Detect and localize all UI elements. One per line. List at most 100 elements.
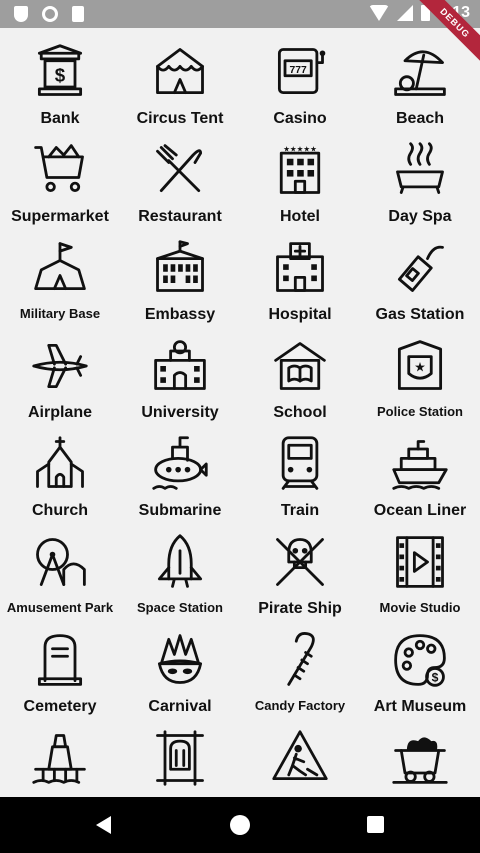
movie-studio-icon xyxy=(388,530,452,594)
place-tile-beach[interactable]: Beach xyxy=(360,30,480,128)
circus-tent-icon xyxy=(148,40,212,104)
place-label: Beach xyxy=(395,110,445,127)
harbor-docks-icon xyxy=(28,726,92,790)
place-label: University xyxy=(141,404,219,421)
art-museum-icon: $ xyxy=(388,628,452,692)
place-label: Gas Station xyxy=(375,306,465,323)
place-label: Church xyxy=(32,502,88,519)
navigation-bar xyxy=(0,797,480,853)
place-label: Bank xyxy=(40,110,80,127)
jail-icon xyxy=(148,726,212,790)
place-label: Candy Factory xyxy=(254,698,346,713)
place-tile-candy-factory[interactable]: Candy Factory xyxy=(240,618,360,716)
place-tile-submarine[interactable]: Submarine xyxy=(120,422,240,520)
place-tile-university[interactable]: University xyxy=(120,324,240,422)
place-label: School xyxy=(273,404,327,421)
place-tile-school[interactable]: School xyxy=(240,324,360,422)
place-label: Space Station xyxy=(137,600,223,615)
place-tile-supermarket[interactable]: Supermarket xyxy=(0,128,120,226)
place-label: Amusement Park xyxy=(6,600,114,615)
hospital-icon xyxy=(268,236,332,300)
svg-text:★★★★★: ★★★★★ xyxy=(283,144,317,153)
place-label: Hospital xyxy=(268,306,332,323)
amusement-park-icon xyxy=(28,530,92,594)
status-bar: 5:13 xyxy=(0,0,480,28)
place-tile-police-station[interactable]: ★ Police Station xyxy=(360,324,480,422)
svg-text:777: 777 xyxy=(290,65,307,76)
place-tile-day-spa[interactable]: Day Spa xyxy=(360,128,480,226)
sync-icon xyxy=(42,6,58,22)
place-tile-cemetery[interactable]: Cemetery xyxy=(0,618,120,716)
day-spa-icon xyxy=(388,138,452,202)
candy-factory-icon xyxy=(268,628,332,692)
place-label: Circus Tent xyxy=(136,110,224,127)
gas-station-icon xyxy=(388,236,452,300)
signal-icon xyxy=(396,5,413,21)
place-label: Carnival xyxy=(148,698,212,715)
home-button[interactable] xyxy=(230,815,250,835)
place-label: Cemetery xyxy=(23,698,97,715)
school-icon xyxy=(268,334,332,398)
back-button[interactable] xyxy=(96,816,111,834)
place-label: Submarine xyxy=(138,502,222,519)
construction-site-icon xyxy=(268,726,332,790)
place-tile-hotel[interactable]: ★★★★★ Hotel xyxy=(240,128,360,226)
place-label: Embassy xyxy=(144,306,216,323)
place-tile-gas-station[interactable]: Gas Station xyxy=(360,226,480,324)
place-tile-embassy[interactable]: Embassy xyxy=(120,226,240,324)
svg-text:$: $ xyxy=(55,64,66,85)
place-tile-circus-tent[interactable]: Circus Tent xyxy=(120,30,240,128)
place-tile-restaurant[interactable]: Restaurant xyxy=(120,128,240,226)
svg-text:$: $ xyxy=(432,671,439,685)
place-label: Day Spa xyxy=(388,208,452,225)
supermarket-icon xyxy=(28,138,92,202)
place-label: Train xyxy=(280,502,320,519)
place-tile-pirate-ship[interactable]: Pirate Ship xyxy=(240,520,360,618)
ocean-liner-icon xyxy=(388,432,452,496)
place-tile-art-museum[interactable]: $ Art Museum xyxy=(360,618,480,716)
place-tile-amusement-park[interactable]: Amusement Park xyxy=(0,520,120,618)
place-tile-hospital[interactable]: Hospital xyxy=(240,226,360,324)
pirate-ship-icon xyxy=(268,530,332,594)
place-label: Airplane xyxy=(27,404,92,421)
place-tile-casino[interactable]: 777 Casino xyxy=(240,30,360,128)
wifi-icon xyxy=(368,5,389,21)
space-station-icon xyxy=(148,530,212,594)
places-grid: $ Bank Circus Tent 777 Casino Beach Supermarke… xyxy=(0,30,480,813)
shield-icon xyxy=(14,6,28,22)
place-tile-space-station[interactable]: Space Station xyxy=(120,520,240,618)
place-label: Casino xyxy=(273,110,327,127)
place-label: Hotel xyxy=(280,208,320,225)
recent-apps-button[interactable] xyxy=(367,816,384,833)
place-label: Pirate Ship xyxy=(258,600,342,617)
bank-icon: $ xyxy=(28,40,92,104)
sd-card-icon xyxy=(72,6,84,22)
place-tile-carnival[interactable]: Carnival xyxy=(120,618,240,716)
university-icon xyxy=(148,334,212,398)
place-tile-bank[interactable]: $ Bank xyxy=(0,30,120,128)
police-station-icon: ★ xyxy=(388,334,452,398)
casino-icon: 777 xyxy=(268,40,332,104)
place-tile-ocean-liner[interactable]: Ocean Liner xyxy=(360,422,480,520)
place-tile-airplane[interactable]: Airplane xyxy=(0,324,120,422)
train-icon xyxy=(268,432,332,496)
place-label: Restaurant xyxy=(138,208,222,225)
place-tile-movie-studio[interactable]: Movie Studio xyxy=(360,520,480,618)
place-label: Police Station xyxy=(377,404,463,419)
place-label: Movie Studio xyxy=(379,600,461,615)
coal-mine-icon xyxy=(388,726,452,790)
place-label: Military Base xyxy=(19,306,101,321)
place-label: Supermarket xyxy=(11,208,109,225)
carnival-icon xyxy=(148,628,212,692)
place-label: Ocean Liner xyxy=(373,502,467,519)
place-label: Art Museum xyxy=(373,698,467,715)
place-tile-train[interactable]: Train xyxy=(240,422,360,520)
beach-icon xyxy=(388,40,452,104)
restaurant-icon xyxy=(148,138,212,202)
place-tile-church[interactable]: Church xyxy=(0,422,120,520)
airplane-icon xyxy=(28,334,92,398)
military-base-icon xyxy=(28,236,92,300)
place-tile-military-base[interactable]: Military Base xyxy=(0,226,120,324)
submarine-icon xyxy=(148,432,212,496)
svg-text:★: ★ xyxy=(414,360,426,375)
